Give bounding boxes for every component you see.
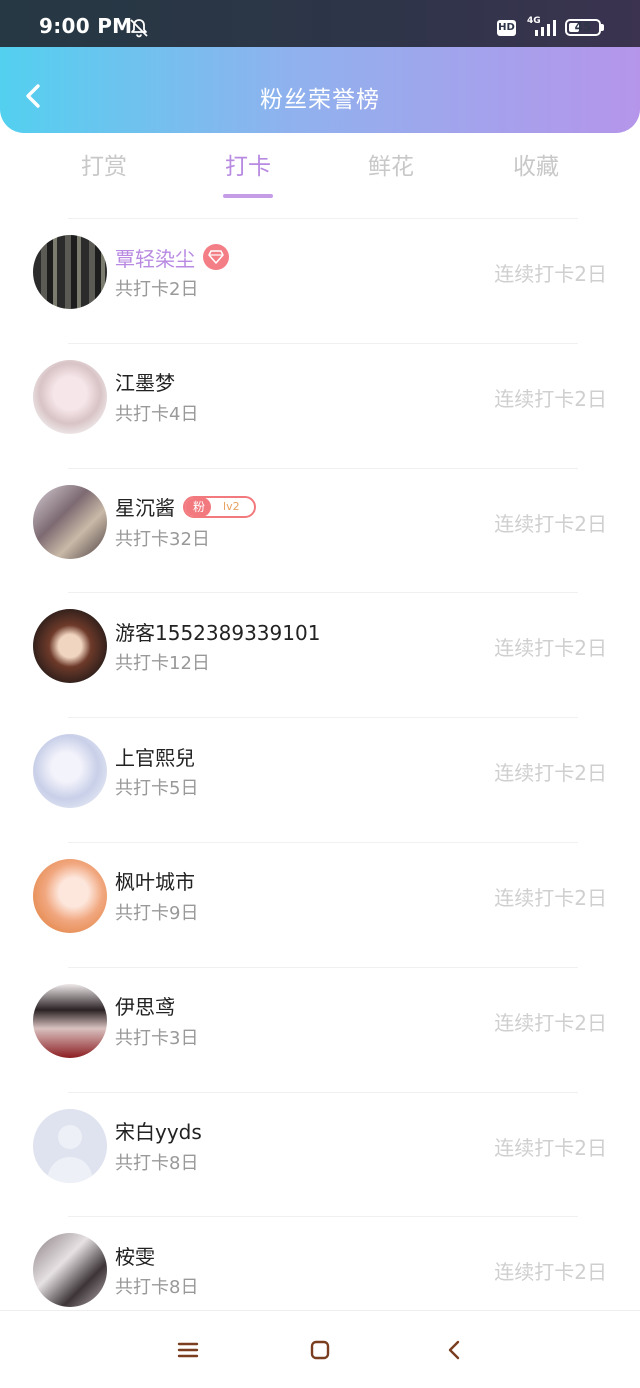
streak-days: 连续打卡2日 (494, 885, 607, 910)
tab-flowers[interactable]: 鲜花 (331, 148, 451, 186)
battery-cap (601, 24, 604, 31)
bell-muted-icon (130, 19, 148, 38)
tab-label: 鲜花 (368, 154, 414, 180)
streak-days: 连续打卡2日 (494, 386, 607, 411)
tab-favorites[interactable]: 收藏 (476, 148, 596, 186)
list-item[interactable]: 江墨梦 共打卡4日 连续打卡2日 (0, 342, 640, 468)
fan-badge-level: lv2 (223, 499, 240, 513)
row-divider (68, 342, 578, 344)
total-checkin: 共打卡12日 (115, 653, 210, 675)
total-checkin: 共打卡2日 (115, 279, 199, 300)
system-nav-bar (0, 1310, 640, 1388)
avatar[interactable] (33, 734, 107, 809)
avatar[interactable] (33, 858, 107, 933)
home-square-icon[interactable] (307, 1337, 333, 1363)
diamond-badge-icon (203, 244, 229, 270)
user-name: 覃轻染尘 (115, 246, 195, 271)
tab-bar: 打赏 打卡 鲜花 收藏 (0, 148, 640, 203)
tab-label: 打卡 (225, 154, 271, 180)
user-name: 游客1552389339101 (115, 620, 321, 645)
list-item[interactable]: 星沉酱 粉 lv2 共打卡32日 连续打卡2日 (0, 467, 640, 593)
total-checkin: 共打卡4日 (115, 403, 199, 425)
battery-icon: 45 (565, 19, 601, 36)
streak-days: 连续打卡2日 (494, 761, 607, 786)
tab-label: 收藏 (513, 154, 559, 180)
row-divider (68, 841, 578, 843)
battery-percent: 45 (574, 20, 592, 34)
fan-level-badge: 粉 lv2 (183, 495, 256, 518)
list-item[interactable]: 游客1552389339101 共打卡12日 连续打卡2日 (0, 592, 640, 717)
avatar[interactable] (33, 1233, 107, 1308)
tab-label: 打赏 (81, 154, 127, 180)
menu-icon[interactable] (175, 1337, 201, 1363)
page-title: 粉丝荣誉榜 (260, 87, 380, 113)
total-checkin: 共打卡8日 (115, 1152, 199, 1174)
hd-icon: HD (497, 20, 516, 36)
tab-active-indicator (223, 194, 273, 198)
avatar[interactable] (33, 1108, 107, 1183)
user-name: 江墨梦 (115, 371, 175, 396)
fan-list: 覃轻染尘 共打卡2日 连续打卡2日 江墨梦 共打卡4日 连续打卡2日 星沉酱 粉… (0, 218, 640, 1341)
signal-icon (535, 20, 556, 36)
row-divider (68, 467, 578, 469)
row-divider (68, 966, 578, 968)
avatar[interactable] (33, 235, 107, 309)
total-checkin: 共打卡9日 (115, 902, 199, 924)
row-divider (68, 592, 578, 594)
total-checkin: 共打卡8日 (115, 1277, 199, 1299)
tab-checkin[interactable]: 打卡 (188, 148, 308, 198)
back-chevron-icon[interactable] (441, 1337, 467, 1363)
user-name: 枫叶城市 (115, 870, 195, 895)
list-item[interactable]: 枫叶城市 共打卡9日 连续打卡2日 (0, 841, 640, 967)
row-divider (68, 1091, 578, 1093)
streak-days: 连续打卡2日 (494, 1135, 607, 1160)
user-name: 桉雯 (115, 1244, 155, 1269)
tab-reward[interactable]: 打赏 (44, 148, 164, 186)
list-item[interactable]: 上官熙兒 共打卡5日 连续打卡2日 (0, 717, 640, 842)
fan-badge-label: 粉 (185, 497, 212, 516)
avatar[interactable] (33, 484, 107, 559)
default-avatar-icon (47, 1124, 93, 1183)
row-divider (68, 717, 578, 719)
streak-days: 连续打卡2日 (494, 262, 607, 286)
row-divider (68, 1216, 578, 1218)
user-name: 宋白yyds (115, 1120, 202, 1145)
total-checkin: 共打卡3日 (115, 1027, 199, 1049)
user-name: 上官熙兒 (115, 745, 195, 770)
user-name: 伊思鸢 (115, 995, 175, 1020)
total-checkin: 共打卡5日 (115, 778, 199, 800)
user-name: 星沉酱 (115, 496, 175, 521)
total-checkin: 共打卡32日 (115, 528, 210, 550)
list-item[interactable]: 覃轻染尘 共打卡2日 连续打卡2日 (0, 218, 640, 343)
status-bar: 9:00 PM HD 4G 45 (0, 0, 640, 47)
list-item[interactable]: 伊思鸢 共打卡3日 连续打卡2日 (0, 966, 640, 1092)
list-item[interactable]: 宋白yyds 共打卡8日 连续打卡2日 (0, 1091, 640, 1217)
avatar[interactable] (33, 609, 107, 684)
avatar[interactable] (33, 359, 107, 434)
streak-days: 连续打卡2日 (494, 1010, 607, 1035)
row-divider (68, 218, 578, 219)
avatar[interactable] (33, 983, 107, 1058)
streak-days: 连续打卡2日 (494, 511, 607, 536)
status-time: 9:00 PM (39, 14, 133, 38)
streak-days: 连续打卡2日 (494, 1260, 607, 1285)
streak-days: 连续打卡2日 (494, 636, 607, 661)
